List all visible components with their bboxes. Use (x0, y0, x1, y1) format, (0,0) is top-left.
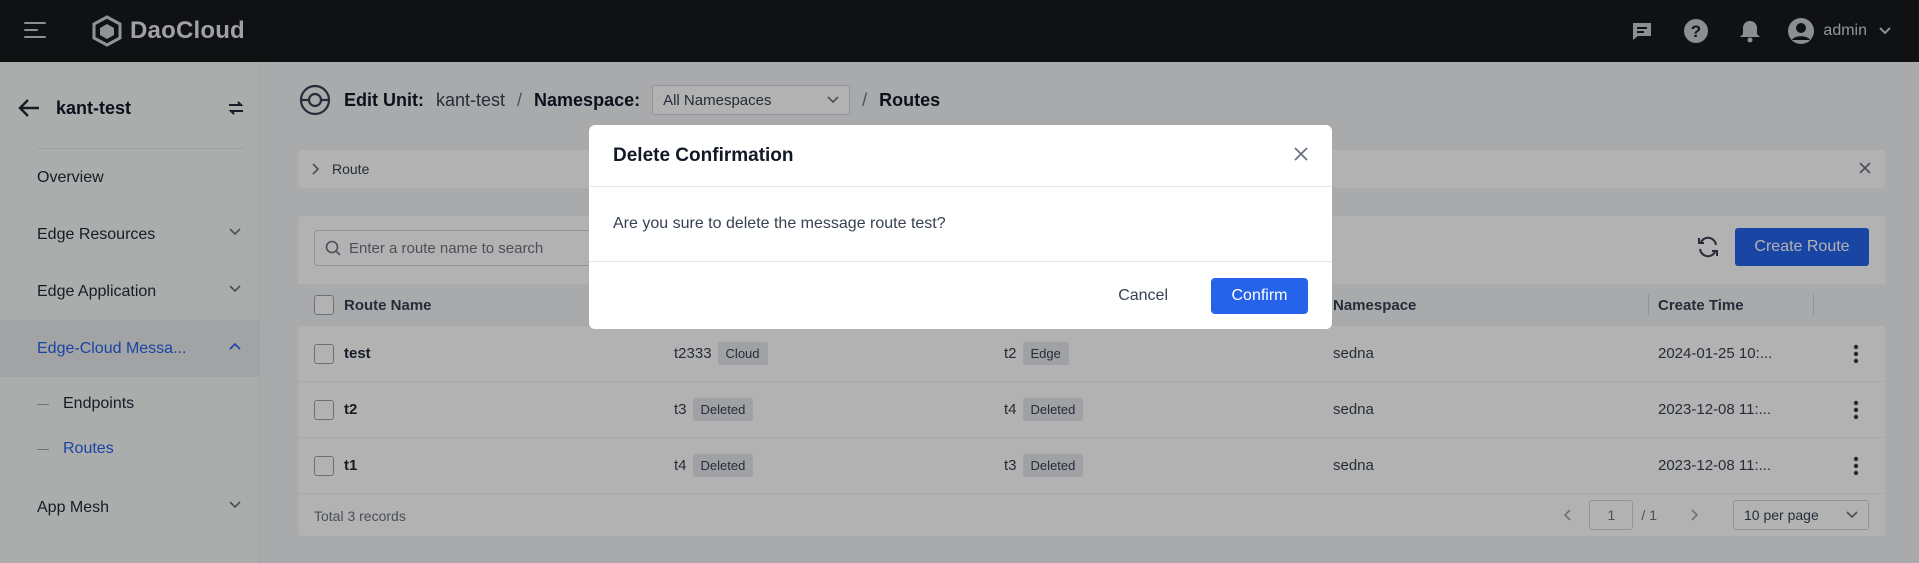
dialog-title: Delete Confirmation (589, 125, 1332, 187)
confirm-button[interactable]: Confirm (1211, 278, 1308, 314)
cancel-button[interactable]: Cancel (1104, 278, 1182, 314)
close-icon[interactable] (1294, 147, 1308, 161)
dialog-footer: Cancel Confirm (589, 262, 1332, 329)
delete-confirmation-dialog: Delete Confirmation Are you sure to dele… (589, 125, 1332, 329)
dialog-message: Are you sure to delete the message route… (589, 187, 1332, 262)
